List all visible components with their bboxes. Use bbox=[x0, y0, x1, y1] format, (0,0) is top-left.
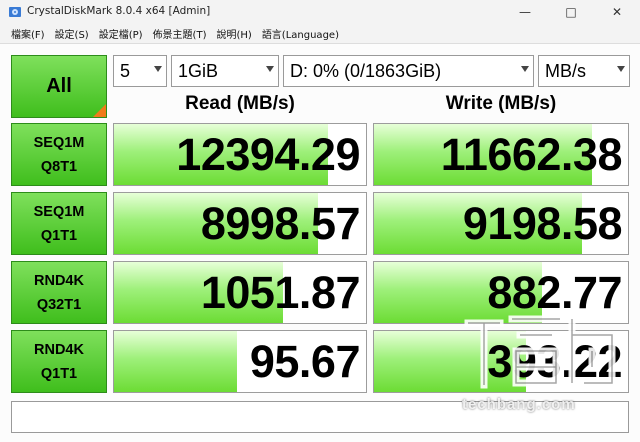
app-disk-icon bbox=[9, 7, 21, 17]
maximize-icon: □ bbox=[565, 5, 577, 19]
test-queue: Q1T1 bbox=[40, 227, 78, 244]
write-value: 393.22 bbox=[487, 335, 622, 387]
maximize-button[interactable]: □ bbox=[548, 0, 594, 24]
main-panel: All 5 1GiB D: 0% (0/1863GiB) MB/s Read (… bbox=[0, 43, 640, 442]
chevron-down-icon bbox=[617, 66, 625, 72]
test-count-value: 5 bbox=[120, 60, 131, 81]
write-result-rnd4k-q1t1: 393.22 bbox=[373, 330, 629, 393]
chevron-down-icon bbox=[266, 66, 274, 72]
minimize-button[interactable]: — bbox=[502, 0, 548, 24]
test-queue: Q32T1 bbox=[36, 296, 82, 313]
write-value: 882.77 bbox=[487, 266, 622, 318]
write-result-seq1m-q8t1: 11662.38 bbox=[373, 123, 629, 186]
menu-language[interactable]: 語言(Language) bbox=[257, 24, 344, 43]
read-value: 95.67 bbox=[249, 335, 361, 387]
all-button-label: All bbox=[46, 75, 72, 97]
test-name: SEQ1M bbox=[33, 203, 85, 220]
unit-value: MB/s bbox=[545, 60, 587, 81]
write-value: 9198.58 bbox=[462, 197, 623, 249]
read-value: 8998.57 bbox=[200, 197, 361, 249]
menu-theme[interactable]: 佈景主題(T) bbox=[148, 24, 212, 43]
write-column-header: Write (MB/s) bbox=[445, 93, 557, 114]
drive-select[interactable]: D: 0% (0/1863GiB) bbox=[283, 55, 534, 87]
test-button-seq1m-q8t1[interactable]: SEQ1M Q8T1 bbox=[11, 123, 107, 186]
drive-value: D: 0% (0/1863GiB) bbox=[290, 60, 442, 81]
test-name: RND4K bbox=[34, 272, 84, 289]
test-button-seq1m-q1t1[interactable]: SEQ1M Q1T1 bbox=[11, 192, 107, 255]
read-value: 1051.87 bbox=[200, 266, 361, 318]
menu-help[interactable]: 說明(H) bbox=[211, 24, 256, 43]
close-icon: ✕ bbox=[611, 5, 623, 19]
title-bar[interactable]: CrystalDiskMark 8.0.4 x64 [Admin] — □ ✕ bbox=[0, 0, 640, 24]
chevron-down-icon bbox=[154, 66, 162, 72]
test-size-select[interactable]: 1GiB bbox=[171, 55, 279, 87]
write-value: 11662.38 bbox=[440, 128, 623, 180]
window-title: CrystalDiskMark 8.0.4 x64 [Admin] bbox=[27, 5, 211, 17]
chevron-down-icon bbox=[521, 66, 529, 72]
read-value: 12394.29 bbox=[176, 128, 360, 180]
corner-marker-icon bbox=[93, 104, 106, 117]
test-name: SEQ1M bbox=[33, 134, 85, 151]
close-button[interactable]: ✕ bbox=[594, 0, 640, 24]
test-count-select[interactable]: 5 bbox=[113, 55, 167, 87]
unit-select[interactable]: MB/s bbox=[538, 55, 630, 87]
read-result-rnd4k-q1t1: 95.67 bbox=[113, 330, 367, 393]
test-queue: Q1T1 bbox=[40, 365, 78, 382]
read-result-seq1m-q8t1: 12394.29 bbox=[113, 123, 367, 186]
minimize-icon: — bbox=[519, 5, 531, 19]
menu-file[interactable]: 檔案(F) bbox=[6, 24, 50, 43]
menu-bar: 檔案(F) 設定(S) 設定檔(P) 佈景主題(T) 說明(H) 語言(Lang… bbox=[0, 24, 640, 43]
all-button[interactable]: All bbox=[11, 55, 107, 118]
test-queue: Q8T1 bbox=[40, 158, 78, 175]
read-result-seq1m-q1t1: 8998.57 bbox=[113, 192, 367, 255]
menu-profile[interactable]: 設定檔(P) bbox=[94, 24, 148, 43]
read-result-rnd4k-q32t1: 1051.87 bbox=[113, 261, 367, 324]
test-name: RND4K bbox=[34, 341, 84, 358]
test-button-rnd4k-q32t1[interactable]: RND4K Q32T1 bbox=[11, 261, 107, 324]
menu-settings[interactable]: 設定(S) bbox=[50, 24, 94, 43]
write-result-seq1m-q1t1: 9198.58 bbox=[373, 192, 629, 255]
test-size-value: 1GiB bbox=[178, 60, 219, 81]
read-bar bbox=[114, 331, 238, 392]
write-result-rnd4k-q32t1: 882.77 bbox=[373, 261, 629, 324]
read-column-header: Read (MB/s) bbox=[185, 93, 295, 114]
test-button-rnd4k-q1t1[interactable]: RND4K Q1T1 bbox=[11, 330, 107, 393]
watermark-text: techbang.com bbox=[462, 396, 576, 413]
